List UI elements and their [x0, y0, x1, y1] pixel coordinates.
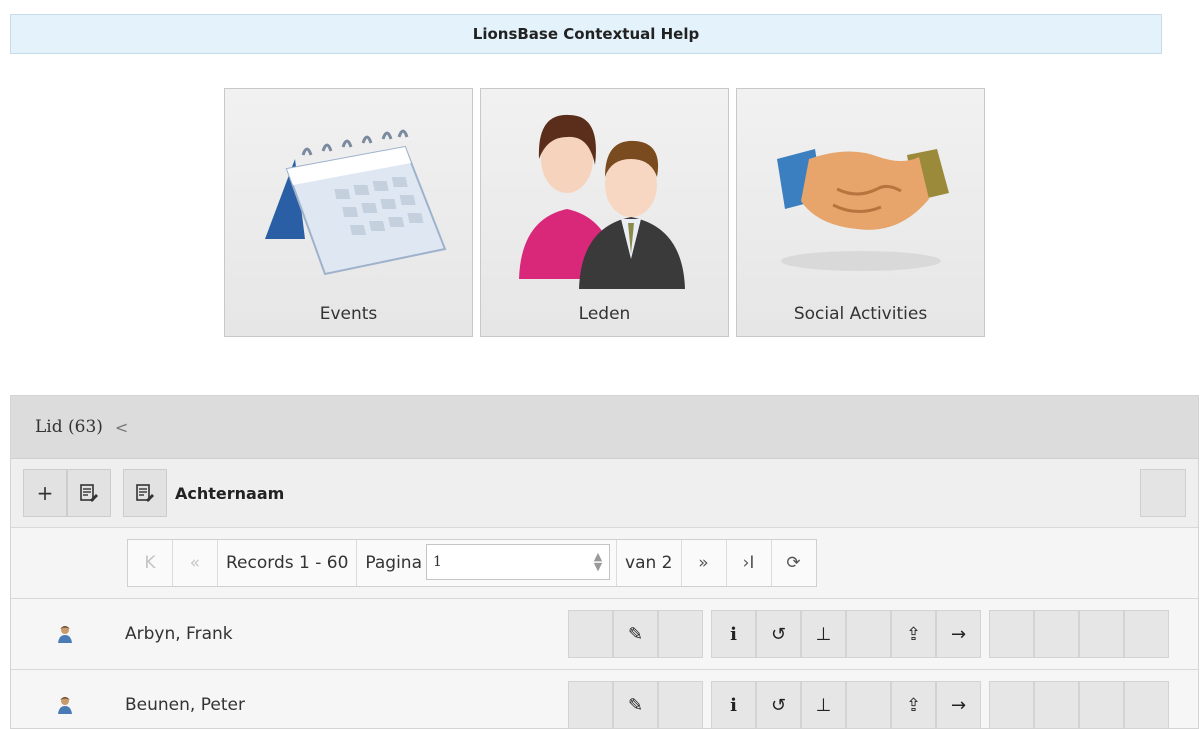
action-slot-empty: [1124, 610, 1169, 658]
action-slot-empty: [1079, 681, 1124, 728]
action-slot-empty: [846, 610, 891, 658]
list-toolbar: + Achternaam: [11, 459, 1198, 528]
first-page-button[interactable]: K: [128, 540, 173, 586]
action-slot-empty: [1034, 681, 1079, 728]
refresh-button[interactable]: ⟳: [772, 540, 816, 586]
row-actions: ✎ i ↺ ⊥ ⇪ →: [568, 681, 1169, 728]
open-button[interactable]: →: [936, 681, 981, 728]
row-actions: ✎ i ↺ ⊥ ⇪ →: [568, 610, 1169, 658]
last-page-button[interactable]: ›I: [727, 540, 772, 586]
next-page-icon: »: [698, 553, 709, 573]
page-input-value: 1: [433, 554, 442, 570]
open-button[interactable]: →: [936, 610, 981, 658]
member-name[interactable]: Beunen, Peter: [125, 695, 245, 715]
info-button[interactable]: i: [711, 681, 756, 728]
member-name[interactable]: Arbyn, Frank: [125, 624, 233, 644]
action-slot-empty: [989, 610, 1034, 658]
action-slot-empty: [658, 610, 703, 658]
tile-social-activities-label: Social Activities: [793, 304, 928, 324]
panel-header: Lid (63) <: [11, 396, 1198, 459]
action-slot-empty: [846, 681, 891, 728]
action-slot-empty: [1124, 681, 1169, 728]
arrow-right-icon: →: [950, 623, 967, 645]
user-icon: [58, 697, 72, 714]
export-button[interactable]: ⇪: [891, 681, 936, 728]
export-button[interactable]: ⇪: [891, 610, 936, 658]
tile-events-label: Events: [319, 304, 378, 324]
user-icon: [58, 626, 72, 643]
user-action-button[interactable]: ⊥: [801, 681, 846, 728]
edit-button[interactable]: ✎: [613, 681, 658, 728]
page-label: Pagina: [365, 553, 423, 573]
pager: K « Records 1 - 60 Pagina 1 ▲ ▼ van 2 » ›…: [127, 539, 817, 587]
sort-field-label: Achternaam: [175, 483, 285, 503]
member-list-panel: Lid (63) < + Achternaam K « Records 1 - …: [10, 395, 1199, 729]
upload-icon: ⇪: [905, 694, 922, 716]
pencil-icon: ✎: [627, 694, 644, 716]
user-action-button[interactable]: ⊥: [801, 610, 846, 658]
info-icon: i: [730, 694, 737, 716]
help-bar: LionsBase Contextual Help: [10, 14, 1162, 54]
toolbar-option-button[interactable]: [1140, 469, 1186, 517]
plus-icon: +: [36, 481, 54, 505]
action-slot-empty: [989, 681, 1034, 728]
sort-button[interactable]: [123, 469, 167, 517]
tile-social-activities[interactable]: Social Activities: [736, 88, 985, 337]
edit-button[interactable]: ✎: [613, 610, 658, 658]
arrow-right-icon: →: [950, 694, 967, 716]
history-icon: ↺: [770, 623, 787, 645]
action-slot-empty: [568, 610, 613, 658]
pencil-icon: ✎: [627, 623, 644, 645]
handshake-icon: [777, 149, 949, 271]
action-slot-empty: [658, 681, 703, 728]
module-tiles: Events Leden Social Activities: [224, 88, 985, 337]
collapse-chevron-icon[interactable]: <: [115, 418, 128, 437]
refresh-icon: ⟳: [786, 553, 801, 573]
tile-leden[interactable]: Leden: [480, 88, 729, 337]
action-slot-empty: [1034, 610, 1079, 658]
prev-page-button[interactable]: «: [173, 540, 218, 586]
prev-page-icon: «: [189, 553, 201, 573]
page-total: van 2: [616, 540, 682, 586]
next-page-button[interactable]: »: [682, 540, 727, 586]
table-row[interactable]: Arbyn, Frank ✎ i ↺ ⊥ ⇪ →: [11, 599, 1198, 670]
page-input[interactable]: 1 ▲ ▼: [426, 544, 611, 580]
edit-list-icon: [80, 484, 98, 502]
action-gap: [981, 610, 989, 658]
info-button[interactable]: i: [711, 610, 756, 658]
tile-events[interactable]: Events: [224, 88, 473, 337]
tile-leden-label: Leden: [578, 304, 631, 324]
user-action-icon: ⊥: [815, 623, 832, 645]
action-slot-empty: [1079, 610, 1124, 658]
help-title: LionsBase Contextual Help: [472, 25, 700, 43]
edit-list-icon: [136, 484, 154, 502]
add-button[interactable]: +: [23, 469, 67, 517]
info-icon: i: [730, 623, 737, 645]
calendar-icon: [265, 129, 447, 276]
history-button[interactable]: ↺: [756, 681, 801, 728]
user-action-icon: ⊥: [815, 694, 832, 716]
upload-icon: ⇪: [905, 623, 922, 645]
action-gap: [981, 681, 989, 728]
panel-title: Lid (63): [35, 417, 103, 437]
page-spinner-icon[interactable]: ▲ ▼: [587, 551, 609, 572]
pagination-row: K « Records 1 - 60 Pagina 1 ▲ ▼ van 2 » ›…: [11, 528, 1198, 599]
history-button[interactable]: ↺: [756, 610, 801, 658]
action-slot-empty: [568, 681, 613, 728]
history-icon: ↺: [770, 694, 787, 716]
first-page-icon: K: [144, 553, 156, 573]
people-icon: [519, 114, 685, 289]
records-range: Records 1 - 60: [218, 540, 358, 586]
edit-list-button[interactable]: [67, 469, 111, 517]
last-page-icon: ›I: [742, 553, 755, 573]
table-row[interactable]: Beunen, Peter ✎ i ↺ ⊥ ⇪ →: [11, 670, 1198, 728]
action-gap: [703, 610, 711, 658]
action-gap: [703, 681, 711, 728]
